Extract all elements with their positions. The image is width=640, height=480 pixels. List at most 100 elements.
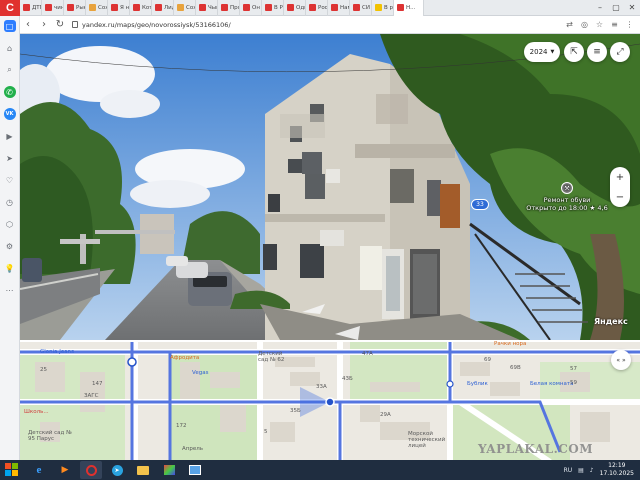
opera-icon[interactable]: [80, 461, 102, 479]
browser-tab[interactable]: ДТП: [20, 0, 42, 16]
poi-rating: ★ 4,6: [589, 204, 608, 212]
telegram-icon[interactable]: ➤: [106, 461, 128, 479]
ie-icon[interactable]: e: [28, 461, 50, 479]
tab-favicon-icon: [133, 4, 140, 11]
player-icon[interactable]: ▶: [4, 130, 16, 142]
fullscreen-button[interactable]: ⤢: [610, 42, 630, 62]
tab-strip: ДТП чинт Рыно Сохр Я не Котл Лидо Сохр Чым Прос Он…: [20, 0, 424, 16]
media-player-icon[interactable]: ▶: [54, 461, 76, 479]
browser-tab[interactable]: Один: [284, 0, 306, 16]
map-label-belaya[interactable]: Белая комната: [530, 381, 573, 387]
browser-tab[interactable]: Лидо: [152, 0, 174, 16]
map-label-zags[interactable]: ЗАГС: [84, 393, 98, 399]
vk-icon[interactable]: VK: [3, 108, 16, 120]
poi-status: Открыто до 18:00: [526, 204, 588, 212]
map-expand-button[interactable]: « »: [611, 350, 631, 370]
start-button[interactable]: [0, 460, 24, 480]
route-badge[interactable]: 33: [471, 199, 489, 210]
tab-favicon-icon: [45, 4, 52, 11]
minimize-icon[interactable]: –: [592, 0, 608, 16]
map-label-school-shop[interactable]: Школь...: [24, 409, 49, 415]
menu-icon[interactable]: ≡: [610, 20, 619, 29]
translate-icon[interactable]: ⇄: [565, 20, 574, 29]
tabs-panel-icon[interactable]: □: [3, 20, 16, 32]
poi-marker[interactable]: ⚒ Ремонт обуви Открыто до 18:00 ★ 4,6: [508, 182, 626, 212]
more-icon[interactable]: ⋯: [4, 284, 16, 296]
explorer-icon[interactable]: [132, 461, 154, 479]
map-house-number: 47А: [362, 351, 373, 357]
search-icon[interactable]: ⌕: [4, 64, 16, 76]
map-house-number: 5: [264, 429, 268, 435]
maximize-icon[interactable]: ▢: [608, 0, 624, 16]
map-label-kindergarten62[interactable]: Детский сад № 62: [258, 351, 290, 363]
tab-title: В ро: [384, 4, 394, 11]
reload-button[interactable]: ↻: [52, 16, 68, 34]
paint-icon[interactable]: [158, 461, 180, 479]
zoom-in-button[interactable]: +: [616, 172, 624, 183]
volume-icon[interactable]: ♪: [590, 467, 594, 474]
browser-tab[interactable]: Рыно: [64, 0, 86, 16]
clock-date: 17.10.2025: [599, 470, 634, 477]
map-label-bublik[interactable]: Бублик: [467, 381, 488, 387]
tab-title: ДТП: [32, 4, 41, 11]
map-label-april[interactable]: Апрель: [182, 446, 203, 452]
browser-tab[interactable]: Н...: [394, 0, 424, 16]
browser-tab[interactable]: чинт: [42, 0, 64, 16]
browser-tab[interactable]: Котл: [130, 0, 152, 16]
browser-tab[interactable]: Сохр: [86, 0, 108, 16]
browser-tab[interactable]: СИ: [350, 0, 372, 16]
open-external-button[interactable]: ⇱: [564, 42, 584, 62]
year-selector[interactable]: 2024 ▼: [524, 42, 560, 62]
browser-tab[interactable]: Чым: [196, 0, 218, 16]
screenshot-icon[interactable]: ◎: [580, 20, 589, 29]
browser-tab[interactable]: В Ро: [262, 0, 284, 16]
browser-tab[interactable]: Прос: [218, 0, 240, 16]
send-icon[interactable]: ➤: [4, 152, 16, 164]
favorites-icon[interactable]: ♡: [4, 174, 16, 186]
home-icon[interactable]: ⌂: [4, 42, 16, 54]
clock[interactable]: 12:19 17.10.2025: [600, 462, 634, 478]
tips-icon[interactable]: 💡: [4, 262, 16, 274]
network-icon[interactable]: ▤: [578, 467, 584, 474]
whatsapp-icon[interactable]: ✆: [3, 86, 16, 98]
taskbar: e ▶ ➤ RU ▤ ♪ 12:19 17.10.2025: [0, 460, 640, 480]
browser-tab[interactable]: Я не: [108, 0, 130, 16]
menu-button[interactable]: ≡: [587, 42, 607, 62]
map-house-number: 57: [570, 366, 577, 372]
tab-favicon-icon: [287, 4, 294, 11]
clock-time: 12:19: [608, 462, 626, 469]
map-label-kindergarten-parus[interactable]: Детский сад № 95 Парус: [28, 430, 72, 442]
tab-favicon-icon: [221, 4, 228, 11]
bookmark-icon[interactable]: ☆: [595, 20, 604, 29]
forward-button[interactable]: ›: [36, 16, 52, 34]
tab-favicon-icon: [265, 4, 272, 11]
browser-tab[interactable]: В ро: [372, 0, 394, 16]
tab-favicon-icon: [89, 4, 96, 11]
map-label-vegas[interactable]: Vegas: [192, 370, 208, 376]
back-button[interactable]: ‹: [20, 16, 36, 34]
map-label-glonia[interactable]: Glonia Jeans: [40, 349, 74, 355]
map-house-number: 147: [92, 381, 103, 387]
cube-icon[interactable]: ⬡: [4, 218, 16, 230]
close-icon[interactable]: ✕: [624, 0, 640, 16]
browser-tab[interactable]: Сохр: [174, 0, 196, 16]
tab-title: Котл: [142, 4, 151, 11]
browser-tab[interactable]: Росс: [306, 0, 328, 16]
extensions-icon[interactable]: ⋮: [625, 20, 634, 29]
tab-title: Н...: [406, 4, 416, 11]
settings-icon[interactable]: ⚙: [4, 240, 16, 252]
url-field[interactable]: yandex.ru/maps/geo/novorossiysk/53166106…: [68, 18, 565, 32]
history-icon[interactable]: ◷: [4, 196, 16, 208]
tab-title: Сохр: [98, 4, 107, 11]
tab-favicon-icon: [67, 4, 74, 11]
browser-tab[interactable]: Нами: [328, 0, 350, 16]
map-label-afrodita[interactable]: Афродита: [170, 355, 199, 361]
lang-indicator[interactable]: RU: [564, 467, 573, 474]
map-label-morskoy[interactable]: Морской технический лицей: [408, 431, 458, 449]
tab-favicon-icon: [309, 4, 316, 11]
browser-logo[interactable]: C: [0, 0, 20, 16]
map-label-rachkinora[interactable]: Рачки нора: [494, 341, 526, 347]
url-tools: ⇄ ◎ ☆ ≡ ⋮: [565, 20, 640, 29]
browser-tab[interactable]: Он б: [240, 0, 262, 16]
gallery-icon[interactable]: [184, 461, 206, 479]
